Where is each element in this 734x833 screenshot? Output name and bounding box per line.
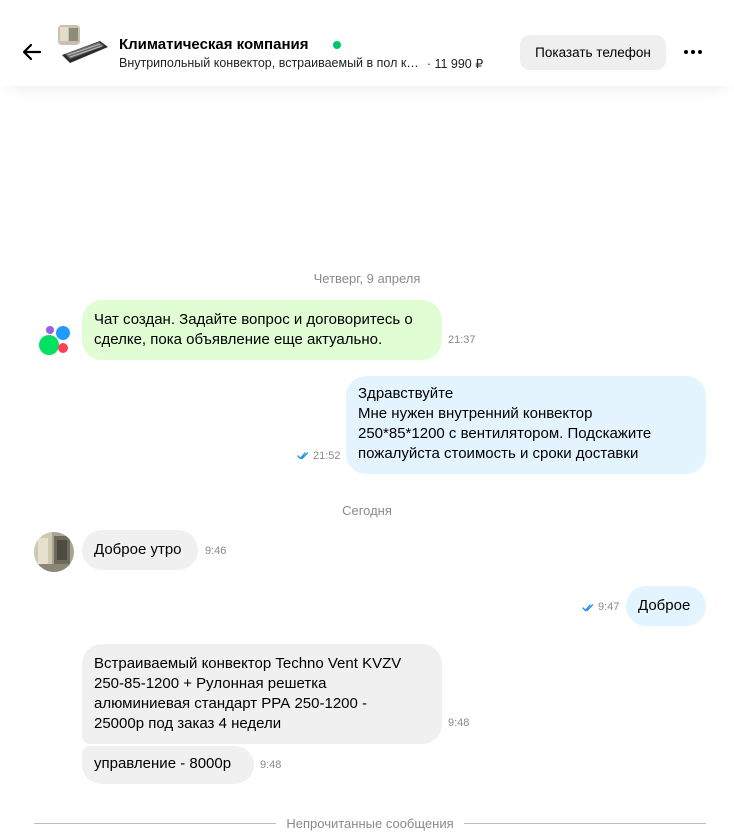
ad-title: Внутрипольный конвектор, встраиваемый в … [119, 56, 419, 70]
message-time: 9:48 [448, 717, 470, 729]
show-phone-button[interactable]: Показать телефон [520, 35, 666, 70]
ad-summary[interactable]: Внутрипольный конвектор, встраиваемый в … [119, 56, 504, 71]
read-checkmarks-icon [297, 452, 309, 460]
unread-messages-label: Непрочитанные сообщения [286, 815, 454, 831]
date-separator: Сегодня [342, 503, 392, 518]
seller-avatar[interactable] [34, 532, 74, 572]
platform-logo-avatar [37, 323, 73, 355]
more-options-button[interactable] [682, 45, 704, 59]
message-time: 9:48 [260, 759, 282, 771]
message-time: 21:37 [448, 334, 476, 346]
seller-name[interactable]: Климатическая компания [119, 36, 309, 53]
back-button[interactable] [20, 40, 44, 64]
system-message-bubble: Чат создан. Задайте вопрос и договоритес… [82, 300, 442, 360]
arrow-left-icon [22, 43, 42, 61]
incoming-message-bubble: Встраиваемый конвектор Techno Vent KVZV … [82, 644, 442, 744]
divider-line [34, 822, 277, 824]
chat-header: Климатическая компания Внутрипольный кон… [0, 0, 734, 86]
read-checkmarks-icon [582, 604, 594, 612]
date-separator: Четверг, 9 апреля [313, 271, 421, 286]
unread-messages-divider: Непрочитанные сообщения [34, 814, 707, 832]
outgoing-message-bubble: Здравствуйте Мне нужен внутренний конвек… [346, 376, 706, 474]
outgoing-message-bubble: Доброе [626, 586, 706, 626]
ad-thumbnail[interactable] [56, 23, 110, 71]
online-status-indicator [333, 41, 341, 49]
message-time: 9:47 [598, 601, 620, 613]
incoming-message-bubble: Доброе утро [82, 530, 198, 570]
more-horizontal-icon [684, 50, 688, 54]
message-time: 21:52 [313, 450, 341, 462]
divider-line [463, 822, 707, 824]
incoming-message-bubble: управление - 8000р [82, 746, 254, 784]
ad-price: · 11 990 ₽ [426, 57, 484, 71]
message-time: 9:46 [205, 545, 227, 557]
